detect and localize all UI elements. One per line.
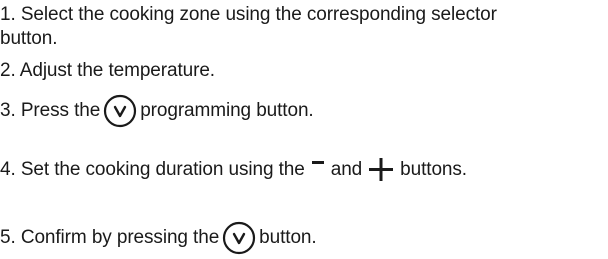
plus-icon <box>368 157 394 183</box>
step-5-text-after: button. <box>259 227 317 248</box>
check-circle-icon <box>222 221 256 255</box>
step-2: 2. Adjust the temperature. <box>0 60 215 81</box>
step-5: 5. Confirm by pressing the button. <box>0 221 317 255</box>
step-5-text-before: 5. Confirm by pressing the <box>0 227 220 248</box>
step-4-text-before: 4. Set the cooking duration using the <box>0 159 305 180</box>
check-circle-icon <box>103 94 137 128</box>
minus-icon <box>311 158 325 182</box>
step-3-text-after: programming button. <box>140 100 314 121</box>
step-3: 3. Press the programming button. <box>0 94 314 128</box>
step-1-line-2: button. <box>0 28 58 49</box>
instruction-list: 1. Select the cooking zone using the cor… <box>0 0 608 259</box>
step-1-line-1: 1. Select the cooking zone using the cor… <box>0 4 497 25</box>
step-4: 4. Set the cooking duration using the an… <box>0 157 467 183</box>
step-3-text-before: 3. Press the <box>0 100 101 121</box>
step-4-text-middle: and <box>330 159 363 180</box>
step-4-text-after: buttons. <box>400 159 467 180</box>
